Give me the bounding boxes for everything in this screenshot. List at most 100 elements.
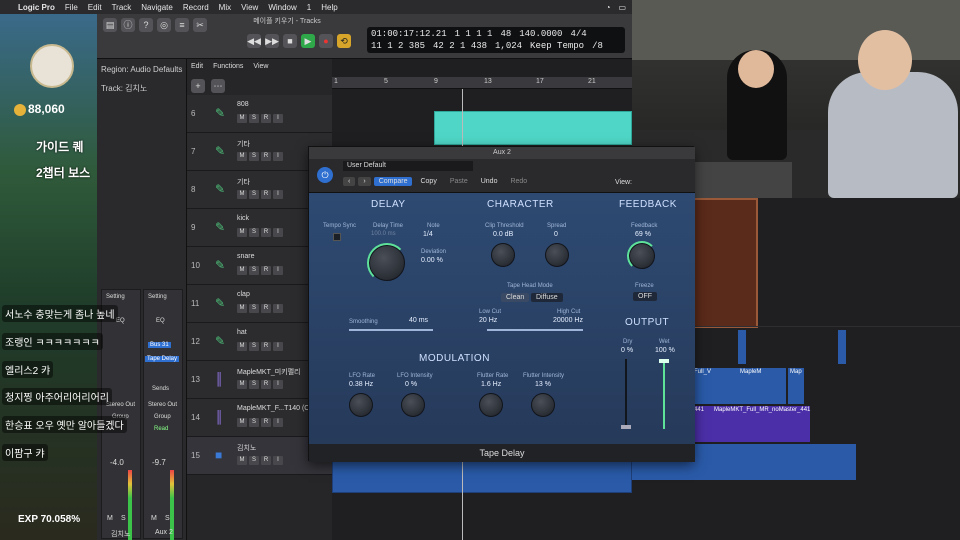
delay-time-knob[interactable] bbox=[367, 243, 407, 283]
track-options-icon[interactable]: ⋯ bbox=[211, 79, 225, 93]
flutter-rate-value[interactable]: 1.6 Hz bbox=[481, 381, 501, 388]
prev-preset-icon[interactable]: ‹ bbox=[343, 177, 356, 186]
high-cut-label: High Cut bbox=[557, 309, 581, 315]
copy-button[interactable]: Copy bbox=[415, 177, 441, 186]
menu-track[interactable]: Track bbox=[112, 3, 132, 12]
cycle-icon[interactable]: ⟲ bbox=[337, 34, 351, 48]
functions-menu[interactable]: Functions bbox=[213, 63, 243, 70]
lcd-display[interactable]: 01:00:17:12.21 1 1 1 1 48 140.0000 4/4 11 1 … bbox=[367, 27, 625, 53]
dry-fader[interactable] bbox=[621, 359, 631, 429]
setting-button[interactable]: Setting bbox=[148, 294, 167, 300]
lfo-rate-value[interactable]: 0.38 Hz bbox=[349, 381, 373, 388]
clip-threshold-knob[interactable] bbox=[491, 243, 515, 267]
power-icon[interactable]: ⏻ bbox=[317, 167, 333, 183]
diffuse-button[interactable]: Diffuse bbox=[531, 293, 563, 302]
stop-icon[interactable]: ■ bbox=[283, 34, 297, 48]
spread-knob[interactable] bbox=[545, 243, 569, 267]
audio-region[interactable]: MapleMKT_Full_MR_noMaster_441 bbox=[712, 406, 810, 442]
smoothing-value[interactable]: 40 ms bbox=[409, 317, 428, 324]
feedback-knob[interactable] bbox=[627, 241, 657, 271]
inspector-icon[interactable]: ⓘ bbox=[121, 18, 135, 32]
audio-region[interactable]: MapleM bbox=[738, 368, 786, 404]
audio-region[interactable]: Map bbox=[788, 368, 804, 404]
audio-region[interactable]: Full_V bbox=[692, 368, 738, 404]
solo-button[interactable]: S bbox=[165, 515, 170, 522]
menu-file[interactable]: File bbox=[65, 3, 78, 12]
help-icon[interactable]: ? bbox=[139, 18, 153, 32]
setting-button[interactable]: Setting bbox=[106, 294, 125, 300]
play-icon[interactable]: ▶ bbox=[301, 34, 315, 48]
dry-value[interactable]: 0 % bbox=[621, 347, 633, 354]
view-menu[interactable]: View bbox=[253, 63, 268, 70]
battery-icon[interactable]: ▭ bbox=[618, 3, 626, 12]
add-track-icon[interactable]: + bbox=[191, 79, 205, 93]
wet-value[interactable]: 100 % bbox=[655, 347, 675, 354]
group-slot[interactable]: Group bbox=[154, 414, 171, 420]
menu-edit[interactable]: Edit bbox=[88, 3, 102, 12]
menu-mix[interactable]: Mix bbox=[219, 3, 231, 12]
tempo-sync-checkbox[interactable] bbox=[333, 233, 341, 241]
smart-controls-icon[interactable]: ◎ bbox=[157, 18, 171, 32]
audio-region[interactable] bbox=[838, 330, 846, 364]
automation-mode[interactable]: Read bbox=[154, 426, 168, 432]
character-section-title: CHARACTER bbox=[487, 199, 554, 210]
low-cut-value[interactable]: 20 Hz bbox=[479, 317, 497, 324]
audio-region[interactable] bbox=[332, 457, 632, 493]
preset-menu[interactable]: User Default bbox=[343, 161, 473, 171]
deviation-value[interactable]: 0.00 % bbox=[421, 257, 443, 264]
track-row[interactable]: 6 ✎ 808 MSRI bbox=[187, 95, 332, 133]
lfo-rate-knob[interactable] bbox=[349, 393, 373, 417]
wet-fader[interactable] bbox=[659, 359, 669, 429]
bus-input[interactable]: Bus 31 bbox=[148, 342, 171, 348]
wifi-icon[interactable]: ◔ bbox=[606, 3, 611, 12]
note-value[interactable]: 1/4 bbox=[423, 231, 433, 238]
cut-range-slider[interactable] bbox=[487, 329, 583, 331]
menu-window[interactable]: Window bbox=[268, 3, 296, 12]
rewind-icon[interactable]: ◀◀ bbox=[247, 34, 261, 48]
menu-record[interactable]: Record bbox=[183, 3, 209, 12]
flutter-intensity-value[interactable]: 13 % bbox=[535, 381, 551, 388]
edit-menu[interactable]: Edit bbox=[191, 63, 203, 70]
chat-message: 조랭인 ㅋㅋㅋㅋㅋㅋㅋ bbox=[2, 333, 103, 350]
mute-button[interactable]: M bbox=[107, 515, 113, 522]
view-label[interactable]: View: bbox=[615, 179, 632, 186]
audio-region[interactable] bbox=[738, 330, 746, 364]
forward-icon[interactable]: ▶▶ bbox=[265, 34, 279, 48]
lfo-intensity-value[interactable]: 0 % bbox=[405, 381, 417, 388]
clean-button[interactable]: Clean bbox=[501, 293, 530, 302]
lfo-intensity-knob[interactable] bbox=[401, 393, 425, 417]
solo-button[interactable]: S bbox=[121, 515, 126, 522]
next-preset-icon[interactable]: › bbox=[358, 177, 371, 186]
menu-navigate[interactable]: Navigate bbox=[141, 3, 173, 12]
sends-slot[interactable]: Sends bbox=[152, 386, 169, 392]
bar-ruler[interactable]: 1 5 9 13 17 21 bbox=[332, 77, 632, 89]
record-icon[interactable]: ● bbox=[319, 34, 333, 48]
library-icon[interactable]: ▤ bbox=[103, 18, 117, 32]
high-cut-value[interactable]: 20000 Hz bbox=[553, 317, 583, 324]
spread-value[interactable]: 0 bbox=[554, 231, 558, 238]
output-slot[interactable]: Stereo Out bbox=[148, 402, 177, 408]
region-inspector[interactable]: Region: Audio Defaults bbox=[101, 65, 182, 74]
paste-button[interactable]: Paste bbox=[445, 177, 473, 186]
compare-button[interactable]: Compare bbox=[373, 177, 413, 186]
menu-help[interactable]: Help bbox=[321, 3, 337, 12]
app-menu[interactable]: Logic Pro bbox=[18, 3, 55, 12]
audio-region[interactable]: 441 bbox=[692, 406, 712, 442]
tape-delay-slot[interactable]: Tape Delay bbox=[145, 356, 180, 362]
flutter-rate-knob[interactable] bbox=[479, 393, 503, 417]
menu-view[interactable]: View bbox=[241, 3, 258, 12]
redo-button[interactable]: Redo bbox=[505, 177, 532, 186]
midi-region[interactable] bbox=[434, 111, 632, 145]
smoothing-slider[interactable] bbox=[349, 329, 433, 331]
eq-button[interactable]: EQ bbox=[156, 318, 165, 324]
mixer-icon[interactable]: ≡ bbox=[175, 18, 189, 32]
menu-1[interactable]: 1 bbox=[307, 3, 311, 12]
freeze-button[interactable]: OFF bbox=[633, 292, 657, 301]
feedback-value[interactable]: 69 % bbox=[635, 231, 651, 238]
flutter-intensity-knob[interactable] bbox=[531, 393, 555, 417]
editors-icon[interactable]: ✂ bbox=[193, 18, 207, 32]
clip-threshold-value[interactable]: 0.0 dB bbox=[493, 231, 513, 238]
mute-button[interactable]: M bbox=[151, 515, 157, 522]
undo-button[interactable]: Undo bbox=[476, 177, 503, 186]
track-inspector[interactable]: Track: 김치노 bbox=[101, 83, 147, 94]
